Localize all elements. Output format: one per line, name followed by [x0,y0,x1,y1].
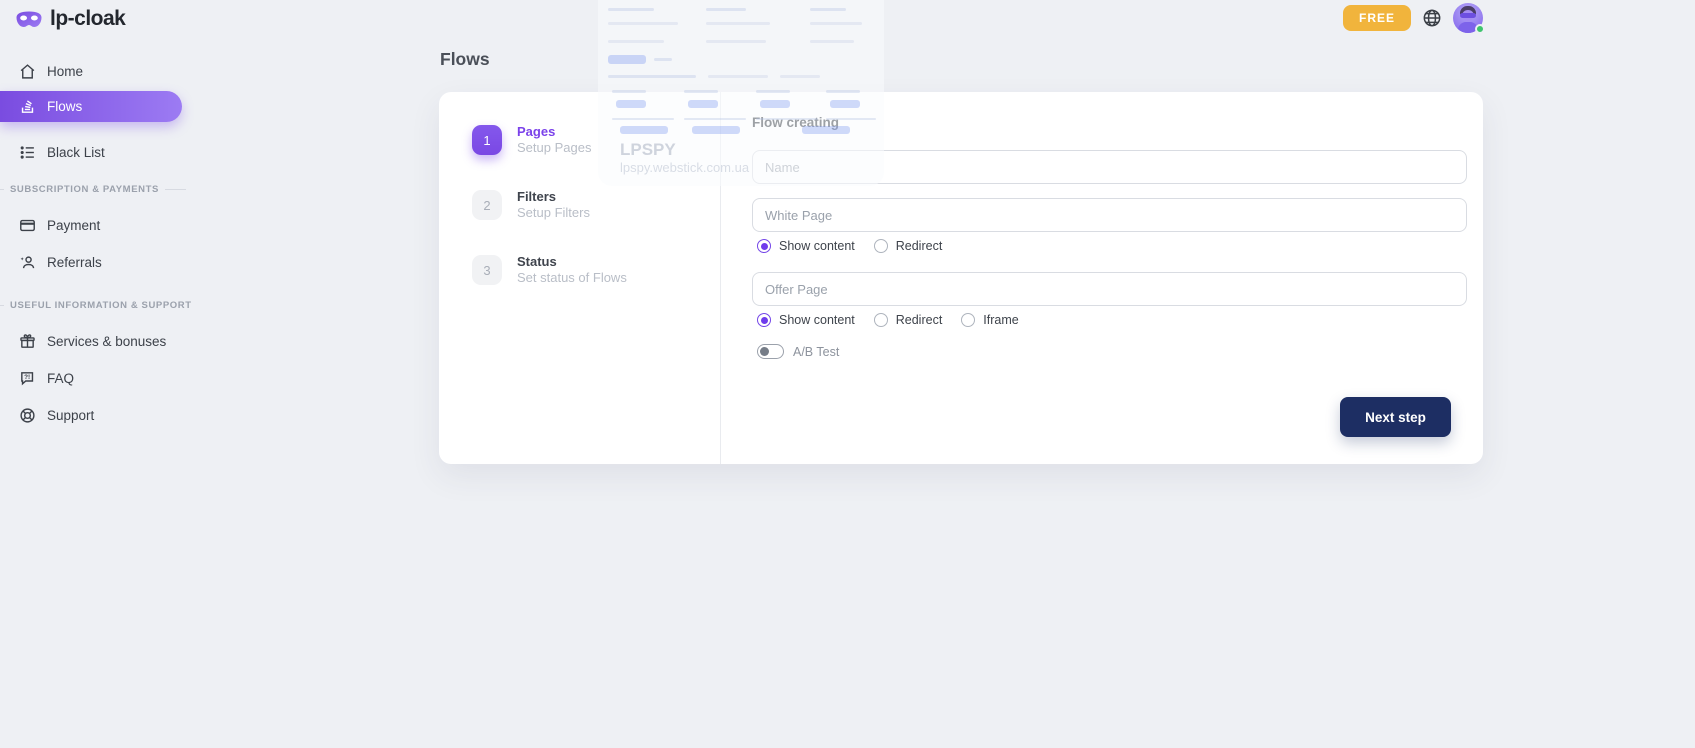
sidebar-item-flows[interactable]: Flows [0,91,182,122]
sidebar-item-label: Home [47,64,83,79]
referrals-icon [19,254,36,271]
gift-icon [19,333,36,350]
mask-logo-icon [15,10,43,29]
payment-icon [19,217,36,234]
user-avatar[interactable] [1453,3,1483,33]
ab-test-toggle[interactable]: A/B Test [757,344,839,359]
radio-icon [961,313,975,327]
svg-text:?!: ?! [24,374,30,381]
sidebar-item-label: Referrals [47,255,102,270]
white-page-mode-group: Show content Redirect [757,238,942,254]
offer-page-iframe-radio[interactable]: Iframe [961,313,1018,327]
sidebar-item-label: Payment [47,218,100,233]
step-number-badge: 1 [472,125,502,155]
sidebar-item-payment[interactable]: Payment [0,210,200,240]
sidebar-item-home[interactable]: Home [0,56,200,86]
sidebar-item-referrals[interactable]: Referrals [0,247,200,277]
blacklist-icon [19,144,36,161]
wizard-steps: 1 Pages Setup Pages 2 Filters Setup Filt… [439,92,721,464]
online-status-dot [1475,24,1485,34]
plan-badge[interactable]: FREE [1343,5,1411,31]
flows-icon [19,98,36,115]
brand-logo[interactable]: lp-cloak [15,7,125,31]
offer-page-input[interactable] [752,272,1467,306]
flow-name-input[interactable] [752,150,1467,184]
sidebar-item-label: Support [47,408,94,423]
flow-creating-form: Flow creating Show content Redirect Show… [752,92,1467,464]
language-globe-icon[interactable] [1422,8,1442,28]
white-page-input[interactable] [752,198,1467,232]
page-title: Flows [440,49,490,70]
sidebar-item-faq[interactable]: ?! FAQ [0,363,200,393]
step-subtitle: Set status of Flows [517,270,627,286]
radio-icon [874,239,888,253]
step-subtitle: Setup Filters [517,205,590,221]
sidebar-item-label: Black List [47,145,105,160]
step-title: Pages [517,124,591,140]
sidebar-section-support: USEFUL INFORMATION & SUPPORT [0,299,200,311]
sidebar-item-support[interactable]: Support [0,400,200,430]
next-step-button[interactable]: Next step [1340,397,1451,437]
sidebar-item-label: Services & bonuses [47,334,166,349]
step-title: Status [517,254,627,270]
step-title: Filters [517,189,590,205]
sidebar-item-label: Flows [47,99,82,114]
wizard-step-status[interactable]: 3 Status Set status of Flows [472,254,720,286]
sidebar-section-subscription: SUBSCRIPTION & PAYMENTS [0,183,200,195]
white-page-redirect-radio[interactable]: Redirect [874,239,943,253]
sidebar-item-services-bonuses[interactable]: Services & bonuses [0,326,200,356]
offer-page-redirect-radio[interactable]: Redirect [874,313,943,327]
white-page-show-content-radio[interactable]: Show content [757,239,855,253]
radio-icon [757,239,771,253]
sidebar: Home Flows Black List SUBSCRIPTION & PAY… [0,56,200,430]
toggle-icon [757,344,784,359]
sidebar-item-black-list[interactable]: Black List [0,137,200,167]
step-subtitle: Setup Pages [517,140,591,156]
wizard-step-filters[interactable]: 2 Filters Setup Filters [472,189,720,221]
offer-page-show-content-radio[interactable]: Show content [757,313,855,327]
wizard-step-pages[interactable]: 1 Pages Setup Pages [472,124,720,156]
flow-creating-modal: 1 Pages Setup Pages 2 Filters Setup Filt… [439,92,1483,464]
radio-icon [757,313,771,327]
faq-icon: ?! [19,370,36,387]
form-title: Flow creating [752,115,839,130]
step-number-badge: 2 [472,190,502,220]
sidebar-item-label: FAQ [47,371,74,386]
step-number-badge: 3 [472,255,502,285]
radio-icon [874,313,888,327]
brand-name: lp-cloak [50,7,125,31]
offer-page-mode-group: Show content Redirect Iframe [757,312,1019,328]
support-icon [19,407,36,424]
home-icon [19,63,36,80]
